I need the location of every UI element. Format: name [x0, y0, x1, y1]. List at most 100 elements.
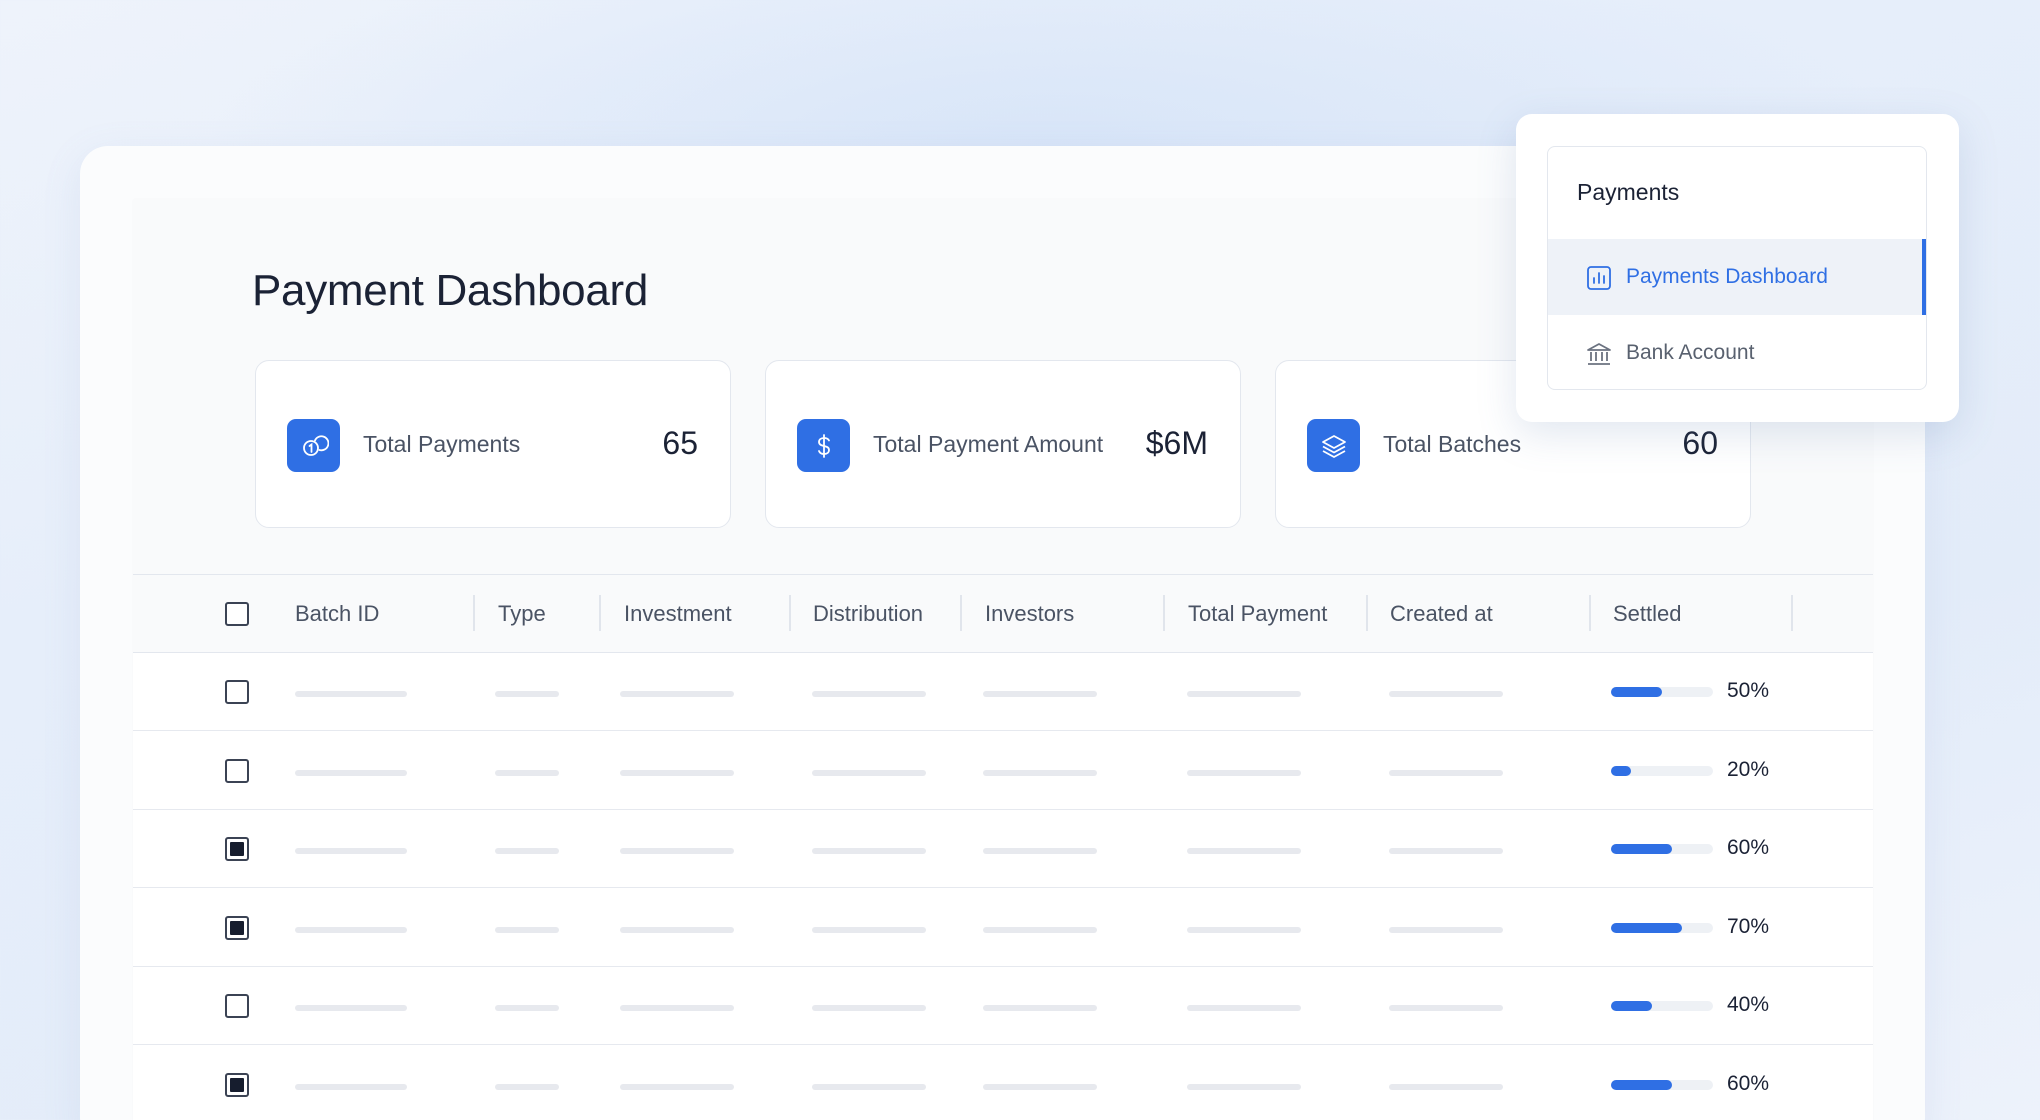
settled-progress-bar: [1611, 1079, 1713, 1090]
column-divider[interactable]: [960, 595, 962, 631]
cell-placeholder: [983, 769, 1097, 776]
stat-value: 60: [1682, 425, 1718, 461]
table-row[interactable]: 60%: [133, 810, 1873, 888]
cell-placeholder: [1389, 848, 1503, 854]
cell-placeholder: [1389, 691, 1503, 697]
cell-placeholder: [812, 691, 926, 697]
cell-placeholder: [812, 848, 926, 854]
column-divider[interactable]: [1366, 595, 1368, 631]
table-row[interactable]: 20%: [133, 731, 1873, 810]
cell-placeholder: [295, 848, 407, 854]
settled-progress-bar: [1611, 922, 1713, 933]
column-header-distribution[interactable]: Distribution: [813, 601, 923, 627]
cell-placeholder: [495, 1083, 559, 1090]
payments-nav-menu: Payments Payments Dashboard Bank Account: [1547, 146, 1927, 390]
column-header-type[interactable]: Type: [498, 601, 546, 627]
cell-placeholder: [295, 926, 407, 933]
settled-progress-fill: [1611, 687, 1662, 697]
nav-item-bank-account[interactable]: Bank Account: [1548, 315, 1926, 389]
cell-placeholder: [620, 926, 734, 933]
settled-percent: 50%: [1727, 679, 1770, 702]
nav-section-title: Payments: [1577, 179, 1680, 205]
cell-placeholder: [495, 691, 559, 697]
cell-placeholder: [1187, 848, 1301, 854]
row-checkbox[interactable]: [225, 680, 249, 704]
cell-placeholder: [983, 1083, 1097, 1090]
settled-progress-fill: [1611, 844, 1673, 854]
settled-progress-bar: [1611, 765, 1713, 776]
table-header: Batch ID Type Investment Distribution In…: [133, 575, 1873, 653]
column-header-batch-id[interactable]: Batch ID: [295, 601, 379, 627]
column-divider[interactable]: [1163, 595, 1165, 631]
row-checkbox[interactable]: [225, 758, 249, 783]
stat-label: Total Batches: [1383, 431, 1522, 457]
cell-placeholder: [620, 1083, 734, 1090]
column-divider[interactable]: [473, 595, 475, 631]
settled-percent: 20%: [1727, 757, 1770, 781]
settled-percent: 60%: [1727, 836, 1770, 859]
cell-placeholder: [1187, 691, 1301, 697]
select-all-checkbox[interactable]: [225, 602, 249, 626]
cell-placeholder: [812, 769, 926, 776]
cell-placeholder: [1187, 926, 1301, 933]
cell-placeholder: [1389, 1083, 1503, 1090]
settled-progress-bar: [1611, 687, 1713, 697]
cell-placeholder: [983, 848, 1097, 854]
nav-item-label: Bank Account: [1626, 341, 1755, 364]
cell-placeholder: [495, 848, 559, 854]
stat-card-total-payments[interactable]: Total Payments 65: [255, 360, 731, 528]
row-checkbox[interactable]: [225, 1072, 249, 1097]
column-divider[interactable]: [1589, 595, 1591, 631]
layers-icon: [1307, 419, 1360, 472]
column-divider[interactable]: [789, 595, 791, 631]
cell-placeholder: [1389, 1005, 1503, 1011]
cell-placeholder: [983, 926, 1097, 933]
cell-placeholder: [620, 1005, 734, 1011]
page-title: Payment Dashboard: [252, 266, 649, 315]
column-divider[interactable]: [1791, 595, 1793, 631]
cell-placeholder: [620, 848, 734, 854]
settled-percent: 70%: [1727, 914, 1770, 938]
settled-percent: 60%: [1727, 1071, 1770, 1095]
row-checkbox[interactable]: [225, 837, 249, 861]
cell-placeholder: [295, 1083, 407, 1090]
column-header-settled[interactable]: Settled: [1613, 601, 1682, 627]
cell-placeholder: [295, 1005, 407, 1011]
cell-placeholder: [620, 769, 734, 776]
stat-card-total-payment-amount[interactable]: Total Payment Amount $6M: [765, 360, 1241, 528]
cell-placeholder: [1187, 1083, 1301, 1090]
column-header-investors[interactable]: Investors: [985, 601, 1074, 627]
settled-progress-fill: [1611, 1079, 1673, 1090]
settled-percent: 40%: [1727, 993, 1770, 1016]
column-divider[interactable]: [599, 595, 601, 631]
cell-placeholder: [495, 926, 559, 933]
stat-label: Total Payment Amount: [873, 431, 1104, 457]
nav-item-payments-dashboard[interactable]: Payments Dashboard: [1548, 239, 1926, 315]
column-header-investment[interactable]: Investment: [624, 601, 732, 627]
cell-placeholder: [495, 769, 559, 776]
table-row[interactable]: 40%: [133, 967, 1873, 1045]
cell-placeholder: [983, 1005, 1097, 1011]
cell-placeholder: [495, 1005, 559, 1011]
cell-placeholder: [1187, 769, 1301, 776]
cell-placeholder: [983, 691, 1097, 697]
batches-table: Batch ID Type Investment Distribution In…: [133, 574, 1873, 1120]
cell-placeholder: [812, 1005, 926, 1011]
stat-value: $6M: [1145, 425, 1208, 461]
cell-placeholder: [620, 691, 734, 697]
table-row[interactable]: 70%: [133, 888, 1873, 967]
settled-progress-bar: [1611, 1001, 1713, 1011]
bar-chart-icon: [1587, 266, 1611, 290]
cell-placeholder: [295, 691, 407, 697]
column-header-created-at[interactable]: Created at: [1390, 601, 1493, 627]
settled-progress-bar: [1611, 844, 1713, 854]
row-checkbox[interactable]: [225, 994, 249, 1018]
table-row[interactable]: 50%: [133, 653, 1873, 731]
stat-value: 65: [662, 425, 698, 461]
table-row[interactable]: 60%: [133, 1045, 1873, 1120]
cell-placeholder: [1389, 926, 1503, 933]
cell-placeholder: [1389, 769, 1503, 776]
row-checkbox[interactable]: [225, 915, 249, 940]
column-header-total-payment[interactable]: Total Payment: [1188, 601, 1327, 627]
settled-progress-fill: [1611, 922, 1683, 933]
